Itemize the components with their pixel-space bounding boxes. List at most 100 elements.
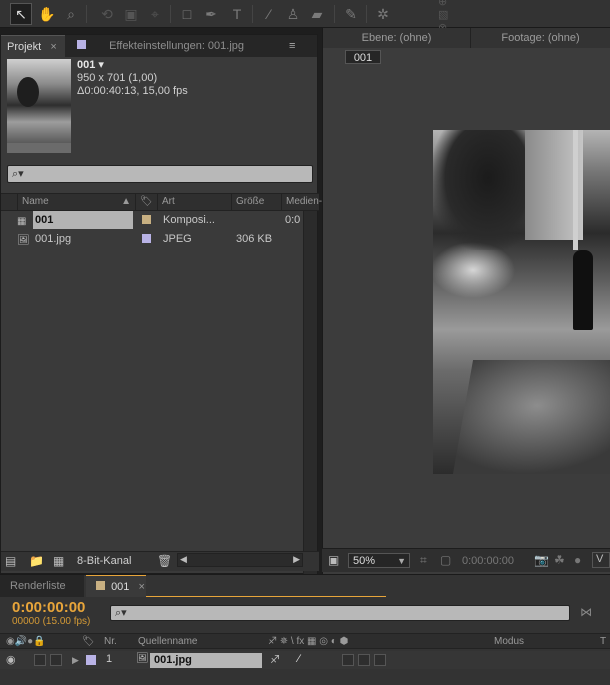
- bit-depth-button[interactable]: 8-Bit-Kanal: [77, 555, 131, 567]
- camera-tool-icon[interactable]: ▣: [120, 3, 142, 25]
- timeline-column-headers: ◉🔊●🔒 🏷 Nr. Quellenname ♐ ✵ \ fx ▦ ◎ ◐ ⬢ …: [0, 633, 610, 649]
- comp-flowchart-icon[interactable]: ⋈: [580, 605, 592, 619]
- tools-toolbar: ↖ ✋ ⌕ ⟲ ▣ ⌖ □ ✒ T ⁄ ♙ ▰ ✎ ✲ ⊕ ▧ ⊗: [0, 0, 610, 34]
- item-name-cell: 001.jpg: [35, 233, 72, 245]
- color-picker-icon[interactable]: ●: [574, 553, 581, 567]
- label-swatch[interactable]: [142, 234, 151, 243]
- col-name[interactable]: Name ▲: [17, 194, 135, 210]
- layer-switches-icon[interactable]: ♐ ✵ \ fx ▦ ◎ ◐ ⬢: [268, 634, 348, 649]
- new-composition-icon[interactable]: ▦: [53, 554, 64, 568]
- clone-stamp-tool-icon[interactable]: ♙: [282, 3, 304, 25]
- col-layer-number: Nr.: [104, 636, 117, 647]
- zoom-tool-icon[interactable]: ⌕: [60, 3, 82, 25]
- item-name-cell: 001: [33, 211, 133, 229]
- snapshot-icon[interactable]: 📷: [534, 553, 549, 567]
- project-panel-tabs: Projekt × Effekteinstellungen: 001.jpg ≡: [1, 35, 317, 57]
- zoom-select[interactable]: 50% ▼: [348, 553, 410, 568]
- display-options-icon[interactable]: ▣: [328, 553, 339, 567]
- item-size: 950 x 701 (1,00): [77, 72, 158, 84]
- interpret-footage-icon[interactable]: ▤: [5, 554, 16, 568]
- viewer-footer: ▣ 50% ▼ ⌗ ▢ 0:00:00:00 📷 ☘ ● V: [322, 548, 610, 572]
- composition-button[interactable]: 001: [345, 50, 381, 64]
- thumbnail-image: [7, 59, 71, 143]
- trash-icon[interactable]: 🗑: [157, 554, 172, 568]
- tab-effect-controls[interactable]: Effekteinstellungen: 001.jpg: [71, 35, 281, 57]
- close-icon[interactable]: ×: [50, 41, 56, 53]
- view-menu-icon[interactable]: V: [592, 552, 610, 568]
- solo-toggle[interactable]: [50, 654, 62, 666]
- project-panel: Projekt × Effekteinstellungen: 001.jpg ≡…: [0, 34, 322, 581]
- audio-toggle[interactable]: [34, 654, 46, 666]
- image-file-icon: 🖼: [136, 653, 149, 664]
- scroll-right-icon[interactable]: ▶: [293, 554, 300, 565]
- item-name[interactable]: 001 ▾: [77, 59, 188, 72]
- 3d-layer-toggle[interactable]: [374, 654, 386, 666]
- toolbar-divider: [252, 5, 253, 23]
- project-search-input[interactable]: ⌕▾: [7, 165, 313, 183]
- motion-blur-toggle[interactable]: [342, 654, 354, 666]
- tab-layer[interactable]: Ebene: (ohne): [323, 28, 471, 48]
- quality-switch-icon[interactable]: ∕: [298, 653, 300, 665]
- project-horizontal-scrollbar[interactable]: ◀ ▶: [177, 553, 303, 567]
- label-tag-icon[interactable]: 🏷: [135, 194, 157, 210]
- toolbar-divider: [334, 5, 335, 23]
- timeline-search-input[interactable]: ⌕▾: [110, 605, 570, 621]
- expand-triangle-icon[interactable]: ▶: [72, 655, 79, 666]
- pen-tool-icon[interactable]: ✒: [200, 3, 222, 25]
- col-trkmat: T: [600, 636, 607, 647]
- toolbar-divider: [170, 5, 171, 23]
- rotate-tool-icon[interactable]: ⟲: [96, 3, 118, 25]
- av-switches-icon[interactable]: ◉🔊●🔒: [6, 634, 46, 649]
- col-label-spacer: [1, 194, 17, 210]
- pan-behind-tool-icon[interactable]: ⌖: [144, 3, 166, 25]
- hand-tool-icon[interactable]: ✋: [36, 3, 58, 25]
- item-type-cell: JPEG: [163, 233, 192, 245]
- label-swatch[interactable]: [142, 215, 151, 224]
- sort-up-icon: ▲: [121, 196, 131, 207]
- puppet-pin-tool-icon[interactable]: ✲: [372, 3, 394, 25]
- rectangle-tool-icon[interactable]: □: [176, 3, 198, 25]
- type-tool-icon[interactable]: T: [226, 3, 248, 25]
- comp-swatch-icon: [96, 581, 105, 590]
- mask-icon[interactable]: ▢: [440, 553, 451, 567]
- item-type-cell: Komposi...: [163, 214, 215, 226]
- label-swatch[interactable]: [86, 655, 96, 665]
- frame-info: 00000 (15.00 fps): [12, 616, 91, 627]
- label-tag-icon[interactable]: 🏷: [82, 634, 95, 649]
- channel-icon[interactable]: ☘: [554, 553, 565, 567]
- panel-menu-icon[interactable]: ≡: [283, 35, 313, 57]
- tab-composition[interactable]: 001 ×: [86, 575, 146, 597]
- item-info: 001 ▾ 950 x 701 (1,00) Δ0:00:40:13, 15,0…: [77, 59, 188, 98]
- roto-brush-tool-icon[interactable]: ✎: [340, 3, 362, 25]
- visibility-eye-icon[interactable]: ◉: [6, 653, 16, 666]
- list-item-001-jpg[interactable]: 🖼 001.jpg JPEG 306 KB: [1, 230, 303, 248]
- new-folder-icon[interactable]: 📁: [29, 554, 44, 568]
- shy-switch-icon[interactable]: ♐: [270, 653, 280, 666]
- axis-mode-icon[interactable]: ⊕ ▧ ⊗: [438, 0, 460, 34]
- scroll-left-icon[interactable]: ◀: [180, 554, 187, 565]
- viewer-timecode[interactable]: 0:00:00:00: [462, 555, 514, 567]
- col-type[interactable]: Art: [157, 194, 231, 210]
- layer-source-name[interactable]: 001.jpg: [150, 653, 262, 668]
- eraser-tool-icon[interactable]: ▰: [306, 3, 328, 25]
- close-icon[interactable]: ×: [138, 581, 144, 593]
- col-size[interactable]: Größe: [231, 194, 281, 210]
- list-item-001[interactable]: 001 ▦ Komposi... 0:0: [1, 211, 303, 229]
- thumbnail-strip: [7, 143, 71, 153]
- adjustment-toggle[interactable]: [358, 654, 370, 666]
- selection-tool-icon[interactable]: ↖: [10, 3, 32, 25]
- brush-tool-icon[interactable]: ⁄: [258, 3, 280, 25]
- project-vertical-scrollbar[interactable]: [303, 211, 317, 581]
- timeline-layer-row[interactable]: ◉ ▶ 1 🖼 001.jpg ♐ ∕: [0, 651, 610, 669]
- col-media[interactable]: Medien-: [281, 194, 322, 210]
- layer-number: 1: [106, 653, 113, 665]
- col-source-name[interactable]: Quellenname: [138, 634, 197, 649]
- tab-footage[interactable]: Footage: (ohne): [471, 28, 610, 48]
- current-time-display[interactable]: 0:00:00:00: [12, 599, 85, 616]
- tab-render-queue[interactable]: Renderliste: [0, 575, 84, 597]
- grid-icon[interactable]: ⌗: [420, 553, 427, 568]
- image-file-icon: 🖼: [17, 235, 30, 246]
- composition-icon: ▦: [17, 216, 27, 227]
- tab-project[interactable]: Projekt ×: [1, 35, 65, 57]
- toolbar-divider: [86, 5, 87, 23]
